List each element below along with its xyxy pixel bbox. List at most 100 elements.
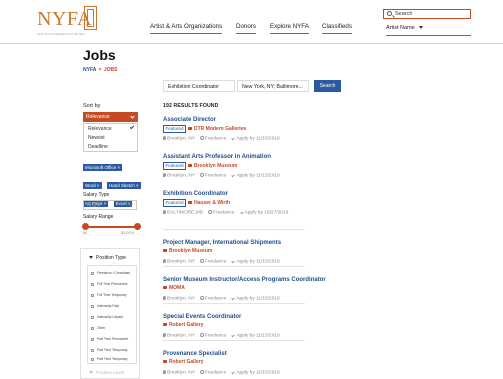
job-card[interactable]: Project Manager, International Shipments… [163, 240, 305, 264]
job-location: Brooklyn, NY [167, 333, 195, 339]
logo-frame-icon [84, 6, 97, 30]
checkbox[interactable] [91, 271, 94, 275]
position-type-option[interactable]: Part Time Temporary [91, 348, 128, 352]
site-search-input[interactable] [395, 10, 469, 18]
job-card[interactable]: Senior Museum Instructor/Access Programs… [163, 277, 326, 302]
location-pin-icon [163, 173, 166, 177]
organization-name[interactable]: Brooklyn Museum [194, 163, 237, 169]
sort-by-label: Sort by [83, 103, 101, 109]
position-type-option[interactable]: Part Time Temporary [91, 357, 128, 361]
job-card[interactable]: Exhibition Coordinator Featured Hauser & W… [163, 191, 305, 215]
caret-down-icon [89, 371, 93, 375]
job-organization: MOMA [163, 285, 305, 292]
salary-type-label: Salary Type [83, 192, 110, 198]
account-menu[interactable]: Artist Name [386, 25, 423, 31]
checkbox[interactable] [91, 304, 94, 308]
job-card[interactable]: Assistant Arts Professor in Animation Fea… [163, 154, 305, 178]
sort-option-relevance[interactable]: Relevance [84, 124, 137, 133]
briefcase-icon [188, 164, 193, 168]
job-divider [163, 340, 305, 341]
salary-type-value: Hourly [87, 203, 101, 208]
job-title[interactable]: Provenance Specialist [163, 351, 305, 357]
job-organization: Brooklyn Museum [163, 248, 305, 255]
breadcrumb-root[interactable]: NYFA [83, 67, 96, 73]
sort-option-newest[interactable]: Newest [84, 133, 137, 142]
keyword-input[interactable]: Exhibition Coordinator [163, 80, 235, 92]
job-title[interactable]: Associate Director [163, 117, 305, 123]
salary-range-track[interactable] [85, 226, 137, 228]
salary-max-handle[interactable] [134, 223, 141, 230]
sort-dropdown[interactable]: Relevance [83, 112, 138, 122]
check-icon [231, 136, 236, 140]
position-type-option[interactable]: Other [91, 326, 105, 330]
job-title[interactable]: Project Manager, International Shipments [163, 240, 305, 246]
job-card[interactable]: Associate Director Featured DTR Modern Gal… [163, 117, 305, 141]
organization-name[interactable]: DTR Modern Galleries [194, 126, 246, 132]
job-organization: Featured DTR Modern Galleries [163, 125, 305, 133]
location-pin-icon [163, 136, 166, 140]
sort-option-deadline[interactable]: Deadline [84, 142, 137, 151]
position-type-option[interactable]: Internship Paid [91, 304, 119, 308]
job-location: Brooklyn, NY [167, 136, 195, 142]
job-apply-by: Apply by 11/15/2019 [236, 259, 280, 265]
position-type-option[interactable]: Internship Unpaid [91, 315, 123, 319]
option-label: Full Time Temporary [97, 293, 127, 297]
position-type-option[interactable]: Part Time Permanent [91, 337, 128, 341]
salary-type-dropdown[interactable]: Hourly [83, 200, 137, 210]
option-label: Part Time Temporary [97, 357, 128, 361]
checkbox[interactable] [91, 293, 94, 297]
nav-explore-nyfa[interactable]: Explore NYFA [270, 23, 309, 34]
option-label: Internship Paid [97, 304, 119, 308]
filter-chip[interactable]: Microsoft Office × [83, 164, 123, 171]
checkbox[interactable] [91, 348, 94, 352]
job-meta: Brooklyn, NY Freelance Apply by 11/15/2019 [163, 370, 305, 375]
option-label: Other [97, 326, 106, 330]
job-meta: Brooklyn, NY Freelance Apply by 11/15/2019 [163, 173, 305, 178]
logo-tagline: New York Foundation for the Arts [37, 32, 85, 36]
option-label: Freelance / Consultant [97, 271, 131, 275]
position-type-toggle[interactable]: Position Type [89, 255, 126, 261]
nyfa-logo[interactable]: NYFA New York Foundation for the Arts [37, 6, 107, 36]
job-meta: Brooklyn, NY Freelance Apply by 11/15/2019 [163, 259, 305, 264]
account-name: Artist Name [386, 25, 415, 31]
checkbox[interactable] [91, 326, 94, 330]
breadcrumb-current: JOBS [103, 67, 118, 73]
position-type-option[interactable]: Full Time Permanent [91, 282, 127, 286]
position-level-toggle[interactable]: Position Level [89, 370, 124, 375]
position-type-option[interactable]: Full Time Temporary [91, 293, 127, 297]
job-title[interactable]: Senior Museum Instructor/Access Programs… [163, 277, 326, 283]
filter-chip[interactable]: Word × [83, 182, 102, 189]
checkbox[interactable] [91, 282, 94, 286]
job-title[interactable]: Exhibition Coordinator [163, 191, 305, 197]
organization-name[interactable]: Hauser & Wirth [194, 200, 230, 206]
job-meta: BALTIMORE,MD Freelance Apply by 10/27/2019 [163, 210, 305, 215]
nav-donors[interactable]: Donors [236, 23, 256, 34]
job-location: Brooklyn, NY [167, 370, 195, 376]
organization-name[interactable]: Robert Gallery [169, 359, 203, 365]
search-button[interactable]: Search [314, 80, 341, 92]
position-type-option[interactable]: Freelance / Consultant [91, 271, 130, 275]
job-type: Freelance [205, 370, 227, 376]
checkbox[interactable] [91, 337, 94, 341]
location-input[interactable]: New York, NY; Baltimore... [237, 80, 309, 92]
filter-chip[interactable]: Hand Sketch × [107, 182, 141, 189]
nav-classifieds[interactable]: Classifieds [322, 23, 352, 34]
nav-artists-orgs[interactable]: Artist & Arts Organizations [150, 23, 223, 34]
salary-min-handle[interactable] [82, 223, 89, 230]
organization-name[interactable]: Brooklyn Museum [169, 248, 212, 254]
salary-max-value: $3,000+ [121, 231, 135, 235]
checkbox[interactable] [91, 357, 94, 361]
organization-name[interactable]: Robert Gallery [169, 322, 203, 328]
job-title[interactable]: Assistant Arts Professor in Animation [163, 154, 305, 160]
checkbox[interactable] [91, 315, 94, 319]
featured-badge: Featured [163, 162, 187, 170]
job-divider [163, 266, 305, 267]
job-location: Brooklyn, NY [167, 296, 195, 302]
organization-name[interactable]: MOMA [169, 285, 185, 291]
job-type: Freelance [205, 333, 227, 339]
briefcase-icon [163, 286, 167, 290]
job-card[interactable]: Provenance Specialist Robert Gallery Brook… [163, 351, 305, 375]
job-card[interactable]: Special Events Coordinator Robert Gallery… [163, 314, 305, 338]
job-apply-by: Apply by 11/15/2019 [236, 333, 280, 339]
job-title[interactable]: Special Events Coordinator [163, 314, 305, 320]
